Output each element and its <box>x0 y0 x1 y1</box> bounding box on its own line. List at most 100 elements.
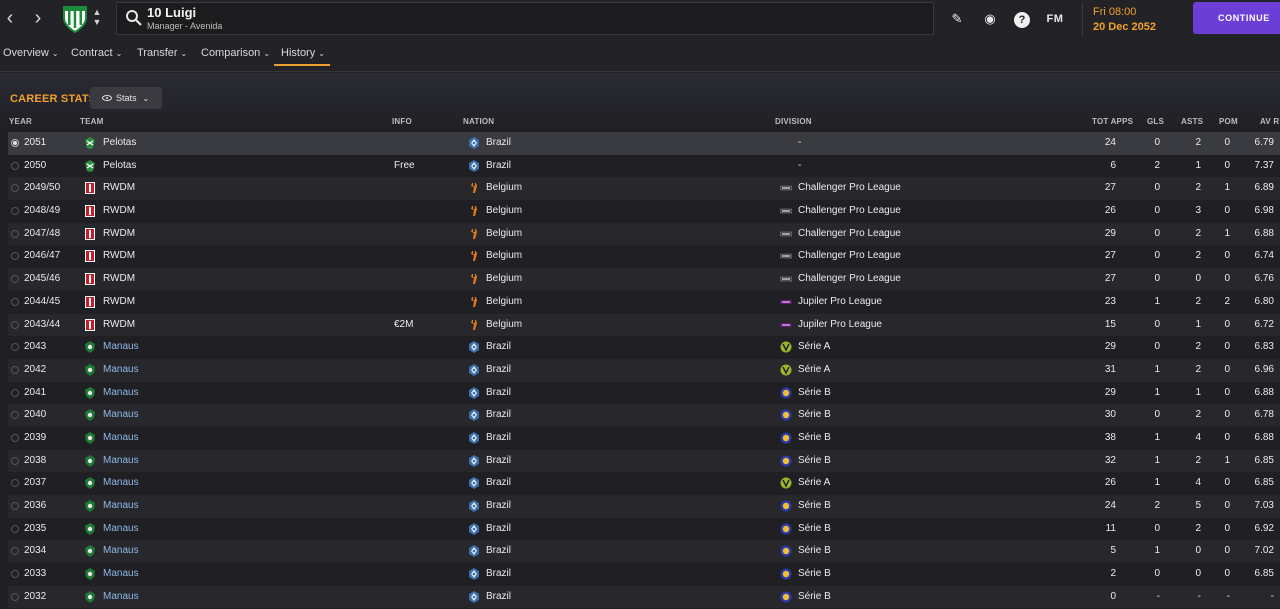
club-badge-icon[interactable] <box>60 4 90 34</box>
table-row[interactable]: 2048/49 RWDM Belgium Challenger Pro League 2… <box>8 200 1280 223</box>
stats-view-button[interactable]: Stats ⌄ <box>90 87 162 109</box>
table-row[interactable]: 2047/48 RWDM Belgium Challenger Pro League 2… <box>8 222 1280 246</box>
help-icon[interactable]: ? <box>1011 8 1033 30</box>
row-select-radio[interactable] <box>11 343 19 352</box>
challenger-pro-league-icon <box>780 231 792 237</box>
column-header-assists[interactable]: ASTS <box>1181 117 1203 126</box>
column-header-goals[interactable]: GLS <box>1147 117 1164 126</box>
table-row[interactable]: 2050 Pelotas Free Brazil - 6 2 1 0 7.37 <box>8 154 1280 178</box>
tab-comparison[interactable]: Comparison ⌄ <box>201 47 270 59</box>
cell-team[interactable]: Manaus <box>103 364 139 375</box>
row-select-radio[interactable] <box>11 161 19 170</box>
column-header-avg-rating[interactable]: AV R <box>1260 117 1279 126</box>
cell-nation: Brazil <box>486 137 512 148</box>
row-select-radio[interactable] <box>11 479 19 488</box>
swap-arrows-icon[interactable]: ▲ ▼ <box>92 7 102 31</box>
cell-team[interactable]: Manaus <box>103 591 139 602</box>
table-row[interactable]: 2051 Pelotas Brazil - 24 0 2 0 6.79 <box>8 132 1280 155</box>
row-select-radio[interactable] <box>11 547 19 556</box>
cell-apps: 38 <box>1104 431 1116 443</box>
cell-team[interactable]: Manaus <box>103 500 139 511</box>
cell-assists: 2 <box>1195 250 1201 262</box>
row-select-radio[interactable] <box>11 184 19 193</box>
table-row[interactable]: 2033 Manaus Brazil Série B 2 0 0 0 6.85 <box>8 563 1280 586</box>
cell-year: 2050 <box>24 159 47 171</box>
date-display[interactable]: Fri 08:00 20 Dec 2052 <box>1082 2 1182 36</box>
cell-avg-rating: 7.37 <box>1254 159 1274 171</box>
table-row[interactable]: 2046/47 RWDM Belgium Challenger Pro League 2… <box>8 245 1280 269</box>
cell-team[interactable]: Manaus <box>103 568 139 579</box>
cell-team: RWDM <box>103 295 136 307</box>
cell-year: 2041 <box>24 386 47 398</box>
row-select-radio[interactable] <box>11 365 19 374</box>
table-row[interactable]: 2049/50 RWDM Belgium Challenger Pro League 2… <box>8 177 1280 201</box>
column-header-division[interactable]: DIVISION <box>775 117 812 126</box>
table-row[interactable]: 2039 Manaus Brazil Série B 38 1 4 0 6.88 <box>8 426 1280 450</box>
cell-team[interactable]: Manaus <box>103 455 139 466</box>
row-select-radio[interactable] <box>11 502 19 510</box>
cell-pom: 1 <box>1224 227 1230 239</box>
cell-team[interactable]: Manaus <box>103 477 139 488</box>
forward-icon[interactable]: › <box>28 6 48 32</box>
cell-team: RWDM <box>103 227 136 239</box>
continue-button[interactable]: CONTINUE <box>1193 2 1280 34</box>
cell-avg-rating: 6.76 <box>1254 273 1274 285</box>
search-box[interactable]: 10 Luigi Manager - Avenida <box>116 2 934 35</box>
table-row[interactable]: 2035 Manaus Brazil Série B 11 0 2 0 6.92 <box>8 517 1280 541</box>
row-select-radio[interactable] <box>11 592 19 601</box>
rwdm-crest-icon <box>85 182 95 195</box>
back-icon[interactable]: ‹ <box>0 6 20 32</box>
table-row[interactable]: 2037 Manaus Brazil Série A 26 1 4 0 6.85 <box>8 472 1280 495</box>
tab-history[interactable]: History ⌄ <box>281 47 325 59</box>
row-select-radio[interactable] <box>11 252 19 261</box>
cell-team[interactable]: Manaus <box>103 409 139 420</box>
tab-transfer[interactable]: Transfer ⌄ <box>137 47 187 59</box>
table-row[interactable]: 2032 Manaus Brazil Série B 0 - - - - <box>8 585 1280 609</box>
row-select-radio[interactable] <box>11 456 19 465</box>
table-row[interactable]: 2034 Manaus Brazil Série B 5 1 0 0 7.02 <box>8 540 1280 564</box>
table-row[interactable]: 2043 Manaus Brazil Série A 29 0 2 0 6.83 <box>8 336 1280 359</box>
row-select-radio[interactable] <box>11 388 19 397</box>
row-select-radio[interactable] <box>11 275 19 284</box>
cell-division: Série B <box>798 409 831 421</box>
row-select-radio[interactable] <box>11 524 19 533</box>
cell-goals: 2 <box>1154 159 1160 171</box>
table-row[interactable]: 2044/45 RWDM Belgium Jupiler Pro League 23 1 2… <box>8 290 1280 314</box>
column-header-year[interactable]: YEAR <box>9 117 32 126</box>
cell-goals: 1 <box>1154 431 1160 443</box>
cell-team[interactable]: Manaus <box>103 432 139 443</box>
table-row[interactable]: 2043/44 RWDM €2M Belgium Jupiler Pro League 1… <box>8 313 1280 337</box>
cell-year: 2033 <box>24 568 47 580</box>
globe-icon[interactable]: ◉ <box>979 8 1001 30</box>
column-header-pom[interactable]: POM <box>1219 117 1238 126</box>
table-row[interactable]: 2041 Manaus Brazil Série B 29 1 1 0 6.88 <box>8 381 1280 405</box>
cell-team[interactable]: Manaus <box>103 341 139 352</box>
table-row[interactable]: 2038 Manaus Brazil Série B 32 1 2 1 6.85 <box>8 449 1280 473</box>
row-select-radio[interactable] <box>11 229 19 238</box>
edit-icon[interactable]: ✎ <box>946 8 968 30</box>
table-row[interactable]: 2040 Manaus Brazil Série B 30 0 2 0 6.78 <box>8 404 1280 427</box>
column-header-apps[interactable]: TOT APPS <box>1092 117 1133 126</box>
row-select-radio[interactable] <box>11 139 19 147</box>
column-header-info[interactable]: INFO <box>392 117 412 126</box>
column-header-nation[interactable]: NATION <box>463 117 494 126</box>
cell-team[interactable]: Manaus <box>103 387 139 398</box>
cell-avg-rating: 7.02 <box>1254 545 1274 557</box>
tab-overview[interactable]: Overview ⌄ <box>3 47 59 59</box>
fm-logo[interactable]: FM <box>1044 8 1066 30</box>
table-row[interactable]: 2042 Manaus Brazil Série A 31 1 2 0 6.96 <box>8 358 1280 382</box>
row-select-radio[interactable] <box>11 411 19 420</box>
row-select-radio[interactable] <box>11 297 19 306</box>
cell-team[interactable]: Manaus <box>103 545 139 556</box>
row-select-radio[interactable] <box>11 433 19 442</box>
cell-avg-rating: - <box>1270 590 1274 602</box>
tab-contract[interactable]: Contract ⌄ <box>71 47 122 59</box>
column-header-team[interactable]: TEAM <box>80 117 103 126</box>
row-select-radio[interactable] <box>11 207 19 216</box>
cell-team[interactable]: Manaus <box>103 523 139 534</box>
serie-b-icon <box>780 455 792 467</box>
table-row[interactable]: 2036 Manaus Brazil Série B 24 2 5 0 7.03 <box>8 495 1280 518</box>
row-select-radio[interactable] <box>11 320 19 329</box>
row-select-radio[interactable] <box>11 570 19 579</box>
table-row[interactable]: 2045/46 RWDM Belgium Challenger Pro League 2… <box>8 268 1280 291</box>
